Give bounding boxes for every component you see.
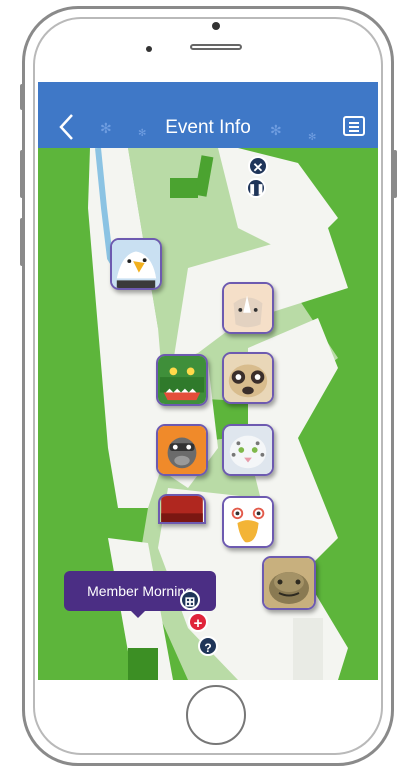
menu-button[interactable]: [343, 116, 365, 136]
building: [128, 648, 158, 680]
app-header: ✻ ✻ ✻ ✻ Event Info: [38, 82, 378, 148]
snow-leopard-exhibit[interactable]: [222, 424, 274, 476]
list-menu-icon: [349, 122, 359, 124]
bird-exhibit[interactable]: [222, 496, 274, 548]
orangutan-exhibit[interactable]: [156, 424, 208, 476]
pause-icon[interactable]: ❚❚: [246, 178, 266, 198]
help-icon[interactable]: ?: [198, 636, 218, 656]
crocodile-icon: [158, 356, 206, 404]
chevron-left-icon: [59, 114, 73, 140]
meerkat-exhibit[interactable]: [222, 352, 274, 404]
snow-leopard-icon: [224, 426, 272, 474]
building: [293, 618, 323, 680]
meerkat-icon: [224, 354, 272, 402]
red-panda-icon: [161, 496, 203, 522]
page-title: Event Info: [165, 117, 251, 138]
tortoise-exhibit[interactable]: [262, 556, 316, 610]
list-menu-icon: [349, 126, 359, 128]
zoo-map[interactable]: Member Morning ✕ ❚❚ ⊞ + ?: [38, 148, 378, 680]
bird-icon: [224, 498, 272, 546]
first-aid-icon[interactable]: +: [188, 612, 208, 632]
building: [170, 178, 198, 198]
list-menu-icon: [349, 130, 359, 132]
orangutan-icon: [158, 426, 206, 474]
bald-eagle-icon: [112, 240, 160, 288]
crocodile-exhibit[interactable]: [156, 354, 208, 406]
rhino-icon: [224, 284, 272, 332]
back-button[interactable]: [56, 112, 86, 142]
red-panda-exhibit[interactable]: [158, 494, 206, 524]
home-button[interactable]: [186, 685, 246, 745]
app-screen: ✻ ✻ ✻ ✻ Event Info Member Morning ✕ ❚❚ ⊞…: [38, 82, 378, 680]
front-camera: [212, 22, 220, 30]
earpiece-speaker: [190, 44, 242, 50]
close-icon[interactable]: ✕: [248, 156, 268, 176]
tortoise-icon: [264, 558, 314, 608]
grid-icon[interactable]: ⊞: [180, 590, 200, 610]
bald-eagle-exhibit[interactable]: [110, 238, 162, 290]
rhino-exhibit[interactable]: [222, 282, 274, 334]
proximity-sensor: [146, 46, 152, 52]
